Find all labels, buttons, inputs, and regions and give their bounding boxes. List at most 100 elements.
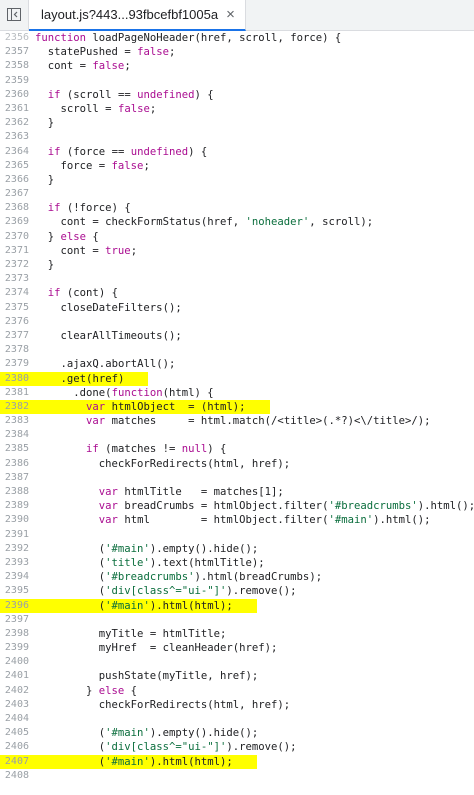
line-number[interactable]: 2396 [0,598,35,613]
code-line[interactable]: 2365 force = false; [0,159,474,173]
line-number[interactable]: 2375 [0,301,35,315]
code-line[interactable]: 2381 .done(function(html) { [0,386,474,400]
line-number[interactable]: 2381 [0,386,35,400]
code-line[interactable]: 2359 [0,74,474,88]
line-number[interactable]: 2385 [0,442,35,456]
close-tab-icon[interactable]: × [226,7,235,22]
code-line[interactable]: 2368 if (!force) { [0,201,474,215]
line-number[interactable]: 2390 [0,513,35,527]
line-number[interactable]: 2380 [0,371,35,386]
line-number[interactable]: 2392 [0,542,35,556]
code-editor[interactable]: 2356 function loadPageNoHeader(href, scro… [0,31,474,795]
code-line[interactable]: 2405 ('#main').empty().hide(); [0,726,474,740]
line-number[interactable]: 2357 [0,45,35,59]
code-line[interactable]: 2388 var htmlTitle = matches[1]; [0,485,474,499]
code-line[interactable]: 2377 clearAllTimeouts(); [0,329,474,343]
code-line[interactable]: 2383 var matches = html.match(/<title>(.… [0,414,474,428]
code-line[interactable]: 2398 myTitle = htmlTitle; [0,627,474,641]
code-line[interactable]: 2356 function loadPageNoHeader(href, scro… [0,31,474,45]
code-line[interactable]: 2395 ('div[class^="ui-"]').remove(); [0,584,474,598]
code-line[interactable]: 2389 var breadCrumbs = htmlObject.filter… [0,499,474,513]
code-line[interactable]: 2385 if (matches != null) { [0,442,474,456]
line-number[interactable]: 2356 [0,31,35,45]
line-number[interactable]: 2393 [0,556,35,570]
line-number[interactable]: 2379 [0,357,35,371]
line-number[interactable]: 2388 [0,485,35,499]
line-number[interactable]: 2364 [0,145,35,159]
line-number[interactable]: 2397 [0,613,35,627]
line-number[interactable]: 2395 [0,584,35,598]
code-line[interactable]: 2373 [0,272,474,286]
code-line[interactable]: 2386 checkForRedirects(html, href); [0,457,474,471]
code-line[interactable]: 2407 ('#main').html(html); [0,754,474,769]
code-line[interactable]: 2362 } [0,116,474,130]
code-line[interactable]: 2404 [0,712,474,726]
code-line[interactable]: 2400 [0,655,474,669]
sidebar-toggle-button[interactable] [0,0,29,30]
code-line[interactable]: 2376 [0,315,474,329]
line-number[interactable]: 2384 [0,428,35,442]
line-number[interactable]: 2403 [0,698,35,712]
code-line[interactable]: 2357 statePushed = false; [0,45,474,59]
code-line[interactable]: 2369 cont = checkFormStatus(href, 'nohea… [0,215,474,229]
line-number[interactable]: 2399 [0,641,35,655]
code-line[interactable]: 2380 .get(href) [0,371,474,386]
code-line[interactable]: 2372 } [0,258,474,272]
line-number[interactable]: 2378 [0,343,35,357]
line-number[interactable]: 2376 [0,315,35,329]
line-number[interactable]: 2391 [0,528,35,542]
code-line[interactable]: 2361 scroll = false; [0,102,474,116]
line-number[interactable]: 2408 [0,769,35,783]
line-number[interactable]: 2407 [0,754,35,769]
line-number[interactable]: 2382 [0,399,35,415]
code-line[interactable]: 2366 } [0,173,474,187]
code-line[interactable]: 2403 checkForRedirects(html, href); [0,698,474,712]
code-line[interactable]: 2360 if (scroll == undefined) { [0,88,474,102]
code-line[interactable]: 2378 [0,343,474,357]
code-line[interactable]: 2406 ('div[class^="ui-"]').remove(); [0,740,474,754]
code-line[interactable]: 2367 [0,187,474,201]
line-number[interactable]: 2402 [0,684,35,698]
line-number[interactable]: 2360 [0,88,35,102]
code-line[interactable]: 2358 cont = false; [0,59,474,73]
code-line[interactable]: 2375 closeDateFilters(); [0,301,474,315]
line-number[interactable]: 2363 [0,130,35,144]
line-number[interactable]: 2368 [0,201,35,215]
line-number[interactable]: 2389 [0,499,35,513]
code-line[interactable]: 2401 pushState(myTitle, href); [0,669,474,683]
tab-layout-js[interactable]: layout.js?443...93fbcefbf1005a × [29,0,246,31]
line-number[interactable]: 2362 [0,116,35,130]
code-line[interactable]: 2379 .ajaxQ.abortAll(); [0,357,474,371]
line-number[interactable]: 2365 [0,159,35,173]
code-line[interactable]: 2382 var htmlObject = (html); [0,399,474,415]
line-number[interactable]: 2373 [0,272,35,286]
line-number[interactable]: 2370 [0,230,35,244]
code-line[interactable]: 2396 ('#main').html(html); [0,598,474,613]
code-line[interactable]: 2384 [0,428,474,442]
line-number[interactable]: 2401 [0,669,35,683]
code-line[interactable]: 2371 cont = true; [0,244,474,258]
line-number[interactable]: 2386 [0,457,35,471]
line-number[interactable]: 2394 [0,570,35,584]
code-line[interactable]: 2392 ('#main').empty().hide(); [0,542,474,556]
line-number[interactable]: 2405 [0,726,35,740]
code-line[interactable]: 2363 [0,130,474,144]
line-number[interactable]: 2377 [0,329,35,343]
code-line[interactable]: 2402 } else { [0,684,474,698]
line-number[interactable]: 2372 [0,258,35,272]
line-number[interactable]: 2366 [0,173,35,187]
line-number[interactable]: 2398 [0,627,35,641]
code-line[interactable]: 2397 [0,613,474,627]
code-line[interactable]: 2399 myHref = cleanHeader(href); [0,641,474,655]
line-number[interactable]: 2374 [0,286,35,300]
line-number[interactable]: 2387 [0,471,35,485]
code-line[interactable]: 2370 } else { [0,230,474,244]
code-line[interactable]: 2364 if (force == undefined) { [0,145,474,159]
line-number[interactable]: 2406 [0,740,35,754]
code-line[interactable]: 2391 [0,528,474,542]
code-line[interactable]: 2387 [0,471,474,485]
line-number[interactable]: 2404 [0,712,35,726]
line-number[interactable]: 2371 [0,244,35,258]
line-number[interactable]: 2367 [0,187,35,201]
code-line[interactable]: 2393 ('title').text(htmlTitle); [0,556,474,570]
